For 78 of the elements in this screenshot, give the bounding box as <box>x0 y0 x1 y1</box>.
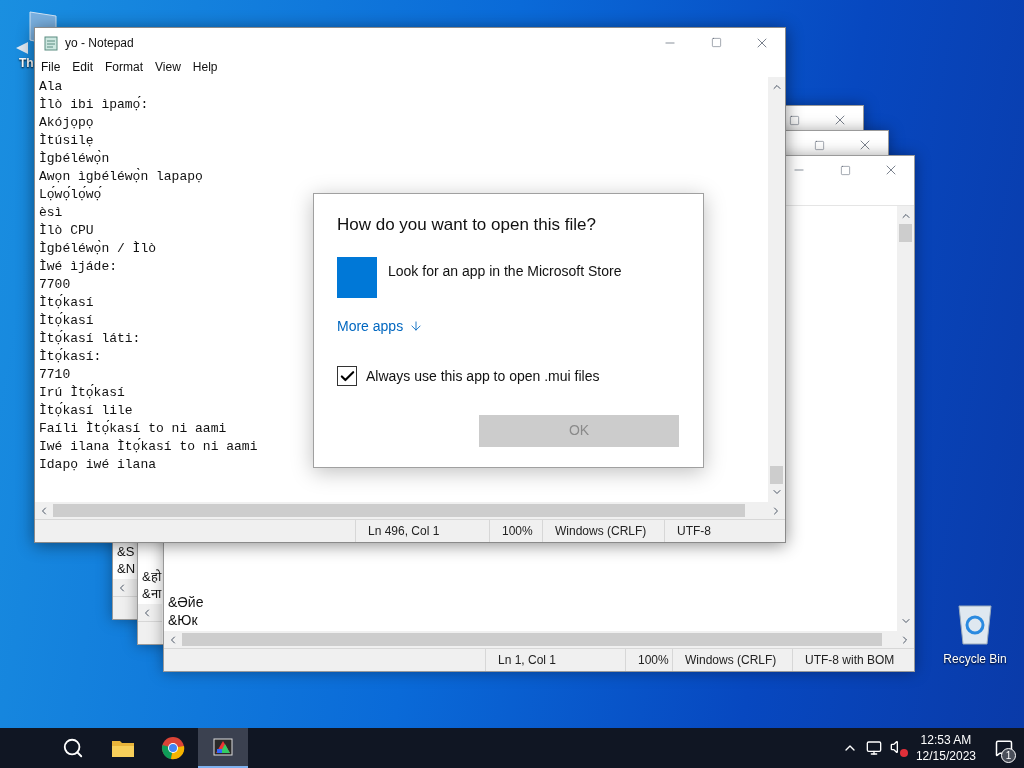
text-line: Ala <box>39 78 63 96</box>
status-text: UTF-8 with BOM <box>805 652 895 669</box>
status-text: Ln 496, Col 1 <box>368 523 440 540</box>
checkbox[interactable] <box>337 366 357 386</box>
text-line: Ìgbéléwọ̀n / Ìlò <box>39 240 157 258</box>
more-apps-link[interactable]: More apps <box>337 315 424 337</box>
text-line: Iwé ilana Ìtọ́kasí to ni aami <box>39 438 258 456</box>
scrollbar-thumb[interactable] <box>770 466 783 484</box>
text-line: Awọn ìgbéléwọ̀n lapapọ <box>39 168 203 186</box>
notepad-icon <box>43 34 59 51</box>
maximize-icon[interactable] <box>813 139 825 151</box>
menu-item[interactable]: Format <box>105 58 144 76</box>
text-line: Ìtọ́kasí <box>39 312 94 330</box>
status-text: Windows (CRLF) <box>685 652 777 669</box>
notification-badge: 1 <box>1001 748 1016 763</box>
dialog-title: How do you want to open this file? <box>337 214 597 236</box>
text-line: &ना <box>142 585 161 602</box>
maximize-icon[interactable] <box>839 164 851 176</box>
text-line: &S <box>117 543 135 560</box>
menu-item[interactable]: File <box>41 58 61 76</box>
status-text: 100% <box>638 652 669 669</box>
text-line: Ìtọ́kasí láti: <box>39 330 141 348</box>
text-line: &Әйе <box>168 593 204 611</box>
search-icon[interactable] <box>62 737 84 759</box>
text-line: èsì <box>39 204 63 222</box>
scrollbar-thumb[interactable] <box>53 504 745 517</box>
volume-muted-icon[interactable] <box>889 739 908 757</box>
text-line: Ìtọ́kasí lile <box>39 402 133 420</box>
horizontal-scrollbar[interactable] <box>164 631 914 648</box>
menu-item[interactable]: Edit <box>72 58 94 76</box>
maximize-icon[interactable] <box>710 37 722 48</box>
text-line: Ìgbéléwọ̀n <box>39 150 110 168</box>
notification-icon[interactable] <box>995 739 1013 757</box>
text-line: &N <box>117 560 136 577</box>
status-text: UTF-8 <box>677 523 711 540</box>
app-icon[interactable] <box>211 735 235 759</box>
icon-label: Th <box>19 55 34 72</box>
text-line: 7710 <box>39 366 71 384</box>
text-line: &Юк <box>168 611 198 629</box>
status-bar <box>138 621 162 644</box>
text-line: Idapọ iwé ilana <box>39 456 157 474</box>
folder-icon[interactable] <box>111 738 135 758</box>
store-option[interactable]: Look for an app in the Microsoft Store <box>337 256 680 298</box>
horizontal-scrollbar[interactable] <box>138 604 162 621</box>
network-icon[interactable] <box>865 740 882 756</box>
text-line: Ìlò CPU <box>39 222 94 240</box>
text-line: Ìtọ́kasí: <box>39 348 102 366</box>
status-text: 100% <box>502 523 533 540</box>
status-bar <box>113 596 137 619</box>
clock-time[interactable]: 12:53 AM <box>920 732 972 748</box>
browser-icon[interactable] <box>161 736 185 760</box>
text-line: Lọ́wọ́lọ́wọ́ <box>39 186 102 204</box>
text-line: Irú Ìtọ́kasí <box>39 384 125 402</box>
menu-item[interactable]: View <box>155 58 181 76</box>
vertical-scrollbar[interactable] <box>768 77 785 502</box>
text-line: Ìwé ìjáde: <box>39 258 117 276</box>
text-line: Akójọpọ <box>39 114 94 132</box>
clock-date[interactable]: 12/15/2023 <box>915 748 976 764</box>
scrollbar-thumb[interactable] <box>899 224 912 242</box>
maximize-icon[interactable] <box>788 114 800 126</box>
text-line: Faíli Ìtọ́kasí to ni aami <box>39 420 227 438</box>
text-line: 7700 <box>39 276 71 294</box>
menu-item[interactable]: Help <box>192 58 218 76</box>
horizontal-scrollbar[interactable] <box>113 579 137 596</box>
text-line: &हो <box>142 568 161 585</box>
status-text: Windows (CRLF) <box>555 523 647 540</box>
horizontal-scrollbar[interactable] <box>35 502 785 519</box>
store-tile-icon <box>337 256 377 298</box>
taskbar-button[interactable] <box>198 728 248 768</box>
status-text: Ln 1, Col 1 <box>498 652 557 669</box>
checkbox-label: Always use this app to open .mui files <box>366 366 600 386</box>
window-title: yo - Notepad <box>65 34 134 52</box>
text-line: Ìtọ́kasí <box>39 294 94 312</box>
icon-label: Recycle Bin <box>943 651 1007 668</box>
scrollbar-thumb[interactable] <box>182 633 882 646</box>
text-line: Ìtúsilẹ <box>39 132 94 150</box>
text-line: Ìlò ibi ìpamọ́: <box>39 96 149 114</box>
vertical-scrollbar[interactable] <box>897 206 914 631</box>
